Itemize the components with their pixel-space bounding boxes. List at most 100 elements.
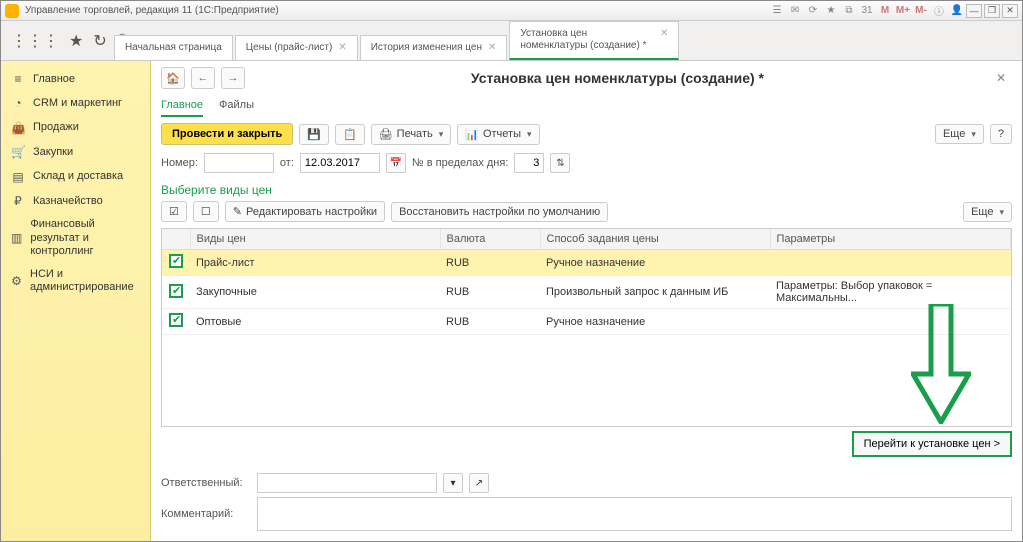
help-button[interactable]: ? xyxy=(990,124,1012,144)
reports-label: Отчеты xyxy=(483,128,521,140)
history-icon[interactable]: ↻ xyxy=(93,31,106,51)
sidebar-purchases[interactable]: 🛒Закупки xyxy=(1,140,150,164)
responsible-select[interactable]: ▾ xyxy=(443,473,463,493)
sidebar-crm[interactable]: ◔CRM и маркетинг xyxy=(1,91,150,115)
tb-mplus[interactable]: M+ xyxy=(896,4,910,18)
tab-3[interactable]: Установка цен номенклатуры (создание) *✕ xyxy=(509,21,679,60)
window-maximize[interactable]: ❐ xyxy=(984,4,1000,18)
check-all-button[interactable]: ☑ xyxy=(161,201,187,222)
tb-info-icon[interactable]: ⓘ xyxy=(932,4,946,18)
responsible-input[interactable] xyxy=(257,473,437,493)
sidebar-crm-icon: ◔ xyxy=(11,96,25,110)
sidebar-purchases-icon: 🛒 xyxy=(11,145,25,159)
close-doc[interactable]: ✕ xyxy=(990,71,1012,85)
responsible-label: Ответственный: xyxy=(161,477,251,489)
sidebar-warehouse-icon: ▤ xyxy=(11,170,25,184)
cell-method: Ручное назначение xyxy=(540,309,770,335)
reports-button[interactable]: 📊 Отчеты xyxy=(457,124,539,145)
tabs-row: ⋮⋮⋮ ★ ↻ 🔍 Начальная страницаЦены (прайс-… xyxy=(1,21,1022,61)
tb-mminus[interactable]: M- xyxy=(914,4,928,18)
tab-close-icon[interactable]: ✕ xyxy=(338,42,346,54)
uncheck-all-button[interactable]: ☐ xyxy=(193,201,219,222)
col-currency: Валюта xyxy=(440,229,540,250)
sidebar-treasury[interactable]: ₽Казначейство xyxy=(1,189,150,213)
tb-icon-2[interactable]: ✉ xyxy=(788,4,802,18)
withinday-input[interactable] xyxy=(514,153,544,173)
cell-name: Закупочные xyxy=(190,276,440,309)
sidebar-main[interactable]: ≡ Главное xyxy=(1,67,150,91)
tb-icon-5[interactable]: ⧉ xyxy=(842,4,856,18)
sidebar-treasury-label: Казначейство xyxy=(33,195,103,208)
tab-close-icon[interactable]: ✕ xyxy=(488,42,496,54)
print-button[interactable]: 🖨 Печать xyxy=(371,124,452,145)
forward-button[interactable]: → xyxy=(221,67,245,89)
number-input[interactable] xyxy=(204,153,274,173)
post-and-close-button[interactable]: Провести и закрыть xyxy=(161,123,293,145)
restore-defaults-button[interactable]: Восстановить настройки по умолчанию xyxy=(391,202,608,222)
number-label: Номер: xyxy=(161,157,198,169)
save-button[interactable]: 💾 xyxy=(299,124,329,145)
edit-settings-button[interactable]: ✎ Редактировать настройки xyxy=(225,201,385,222)
window-close[interactable]: ✕ xyxy=(1002,4,1018,18)
subtab-files[interactable]: Файлы xyxy=(219,95,254,117)
go-to-prices-button[interactable]: Перейти к установке цен > xyxy=(852,431,1012,457)
table-row[interactable]: ЗакупочныеRUBПроизвольный запрос к данны… xyxy=(162,276,1011,309)
more-label: Еще xyxy=(943,128,965,140)
more2-button[interactable]: Еще xyxy=(963,202,1012,222)
apps-icon[interactable]: ⋮⋮⋮ xyxy=(11,31,59,51)
price-types-table: Виды цен Валюта Способ задания цены Пара… xyxy=(161,228,1012,427)
tab-close-icon[interactable]: ✕ xyxy=(660,28,668,40)
window-minimize[interactable]: — xyxy=(966,4,982,18)
back-button[interactable]: ← xyxy=(191,67,215,89)
table-row[interactable]: Прайс-листRUBРучное назначение xyxy=(162,250,1011,276)
row-checkbox[interactable] xyxy=(169,254,183,268)
responsible-open[interactable]: ↗ xyxy=(469,473,489,493)
sidebar-fin[interactable]: ▥ Финансовый результат и контроллинг xyxy=(1,213,150,263)
tb-m[interactable]: M xyxy=(878,4,892,18)
sidebar-main-label: Главное xyxy=(33,73,75,86)
cell-currency: RUB xyxy=(440,250,540,276)
print-label: Печать xyxy=(397,128,433,140)
comment-textarea[interactable] xyxy=(257,497,1012,531)
tb-icon-4[interactable]: ★ xyxy=(824,4,838,18)
table-row[interactable]: ОптовыеRUBРучное назначение xyxy=(162,309,1011,335)
withinday-label: № в пределах дня: xyxy=(412,157,508,169)
tb-icon-3[interactable]: ⟳ xyxy=(806,4,820,18)
tab-0[interactable]: Начальная страница xyxy=(114,35,233,60)
doc-title: Установка цен номенклатуры (создание) * xyxy=(251,70,984,86)
sidebar-fin-label: Финансовый результат и контроллинг xyxy=(30,218,140,258)
withinday-stepper[interactable]: ⇅ xyxy=(550,153,570,173)
sidebar-warehouse-label: Склад и доставка xyxy=(33,170,123,183)
sidebar-fin-icon: ▥ xyxy=(11,231,22,245)
cell-params: Параметры: Выбор упаковок = Максимальны.… xyxy=(770,276,1011,309)
calendar-icon[interactable]: 📅 xyxy=(386,153,406,173)
row-checkbox[interactable] xyxy=(169,284,183,298)
date-label: от: xyxy=(280,157,294,169)
cell-method: Произвольный запрос к данным ИБ xyxy=(540,276,770,309)
tab-2[interactable]: История изменения цен✕ xyxy=(360,35,508,60)
tb-icon-1[interactable]: ☰ xyxy=(770,4,784,18)
home-button[interactable]: 🏠 xyxy=(161,67,185,89)
star-icon[interactable]: ★ xyxy=(69,31,83,51)
sidebar-main-icon: ≡ xyxy=(11,72,25,86)
col-name: Виды цен xyxy=(190,229,440,250)
sidebar-nsi[interactable]: ⚙ НСИ и администрирование xyxy=(1,263,150,299)
subtab-main[interactable]: Главное xyxy=(161,95,203,117)
more-button[interactable]: Еще xyxy=(935,124,984,144)
sidebar-sales[interactable]: 👜Продажи xyxy=(1,116,150,140)
comment-label: Комментарий: xyxy=(161,508,251,520)
col-method: Способ задания цены xyxy=(540,229,770,250)
tb-user-icon[interactable]: 👤 xyxy=(950,4,964,18)
tab-1[interactable]: Цены (прайс-лист)✕ xyxy=(235,35,358,60)
sidebar-nsi-icon: ⚙ xyxy=(11,274,22,288)
sidebar-warehouse[interactable]: ▤ Склад и доставка xyxy=(1,165,150,189)
row-checkbox[interactable] xyxy=(169,313,183,327)
post-button[interactable]: 📋 xyxy=(335,124,365,145)
more2-label: Еще xyxy=(971,206,993,218)
cell-name: Оптовые xyxy=(190,309,440,335)
sidebar-nsi-label: НСИ и администрирование xyxy=(30,268,140,294)
cell-name: Прайс-лист xyxy=(190,250,440,276)
tb-icon-6[interactable]: 31 xyxy=(860,4,874,18)
cell-currency: RUB xyxy=(440,309,540,335)
date-input[interactable] xyxy=(300,153,380,173)
